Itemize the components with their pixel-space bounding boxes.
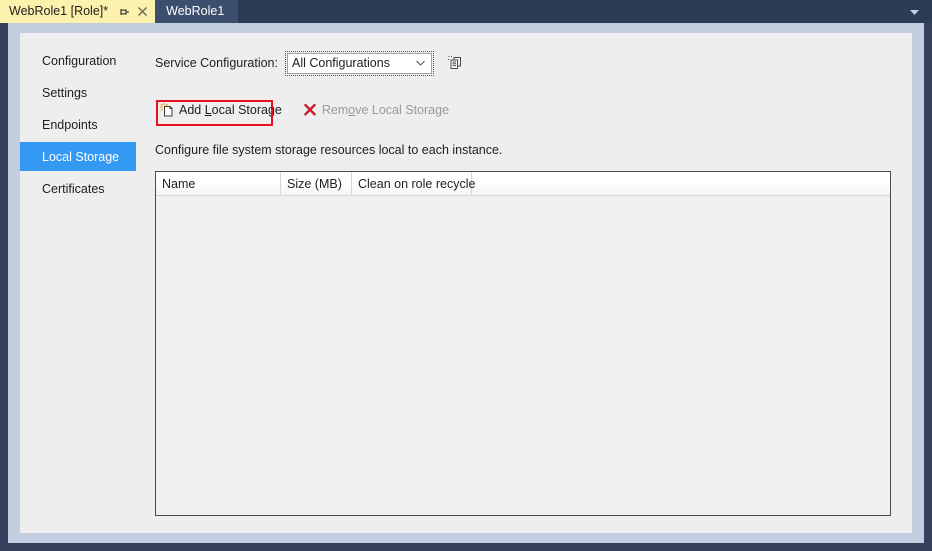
sidebar-item-label: Settings (42, 85, 88, 100)
pin-icon[interactable] (117, 5, 130, 18)
sidebar-item-configuration[interactable]: Configuration (20, 46, 136, 75)
service-configuration-label: Service Configuration: (155, 56, 278, 70)
grid-column-label: Name (162, 176, 196, 191)
chevron-down-icon[interactable] (904, 0, 924, 23)
grid-column-header-name[interactable]: Name (156, 172, 281, 195)
grid-column-header-filler (472, 172, 890, 195)
sidebar-item-label: Configuration (42, 53, 117, 68)
service-configuration-selected-value: All Configurations (291, 56, 390, 70)
chevron-down-icon (416, 54, 425, 73)
add-label-part1: Add (179, 103, 205, 117)
remove-local-storage-label: Remove Local Storage (322, 103, 449, 117)
editor-tab-strip: WebRole1 [Role]* WebRole1 (0, 0, 932, 23)
close-icon[interactable] (135, 5, 149, 19)
grid-body-empty[interactable] (156, 196, 890, 515)
grid-column-header-clean-on-role-recycle[interactable]: Clean on role recycle (352, 172, 476, 195)
remove-label-part2: ve Local Storage (355, 103, 450, 117)
tab-webrole1-role[interactable]: WebRole1 [Role]* (0, 0, 156, 23)
service-configuration-row: Service Configuration: All Configuration… (155, 50, 466, 76)
remove-x-icon (302, 102, 318, 118)
sidebar-item-endpoints[interactable]: Endpoints (20, 110, 136, 139)
grid-header-row: Name Size (MB) Clean on role recycle (156, 172, 890, 196)
local-storage-toolbar: Add Local Storage Remove Local Storage (155, 97, 453, 126)
remove-label-part1: Rem (321, 103, 349, 117)
sidebar-item-local-storage[interactable]: Local Storage (20, 142, 136, 171)
sidebar-item-label: Endpoints (42, 117, 98, 132)
pane-description: Configure file system storage resources … (155, 143, 503, 157)
local-storage-grid: Name Size (MB) Clean on role recycle (155, 171, 891, 516)
sidebar-item-settings[interactable]: Settings (20, 78, 136, 107)
add-local-storage-icon (159, 102, 175, 118)
sidebar-item-label: Local Storage (42, 149, 120, 164)
copy-configuration-icon[interactable] (444, 52, 466, 74)
add-local-storage-button[interactable]: Add Local Storage (155, 99, 286, 126)
grid-column-header-size[interactable]: Size (MB) (281, 172, 352, 195)
local-storage-pane: Service Configuration: All Configuration… (148, 33, 912, 533)
add-label-part2: ocal Storage (211, 103, 282, 117)
tab-label: WebRole1 (166, 4, 225, 18)
remove-local-storage-button: Remove Local Storage (298, 99, 453, 121)
grid-column-label: Size (MB) (287, 176, 342, 191)
service-configuration-select[interactable]: All Configurations (284, 50, 434, 76)
add-label-accelerator: L (204, 103, 212, 117)
grid-column-label: Clean on role recycle (358, 176, 476, 191)
tab-webrole1[interactable]: WebRole1 (155, 0, 239, 23)
tab-label: WebRole1 [Role]* (9, 4, 109, 18)
designer-sidebar: Configuration Settings Endpoints Local S… (20, 33, 148, 533)
sidebar-item-label: Certificates (42, 181, 105, 196)
sidebar-item-certificates[interactable]: Certificates (20, 174, 136, 203)
add-local-storage-label: Add Local Storage (179, 103, 282, 117)
